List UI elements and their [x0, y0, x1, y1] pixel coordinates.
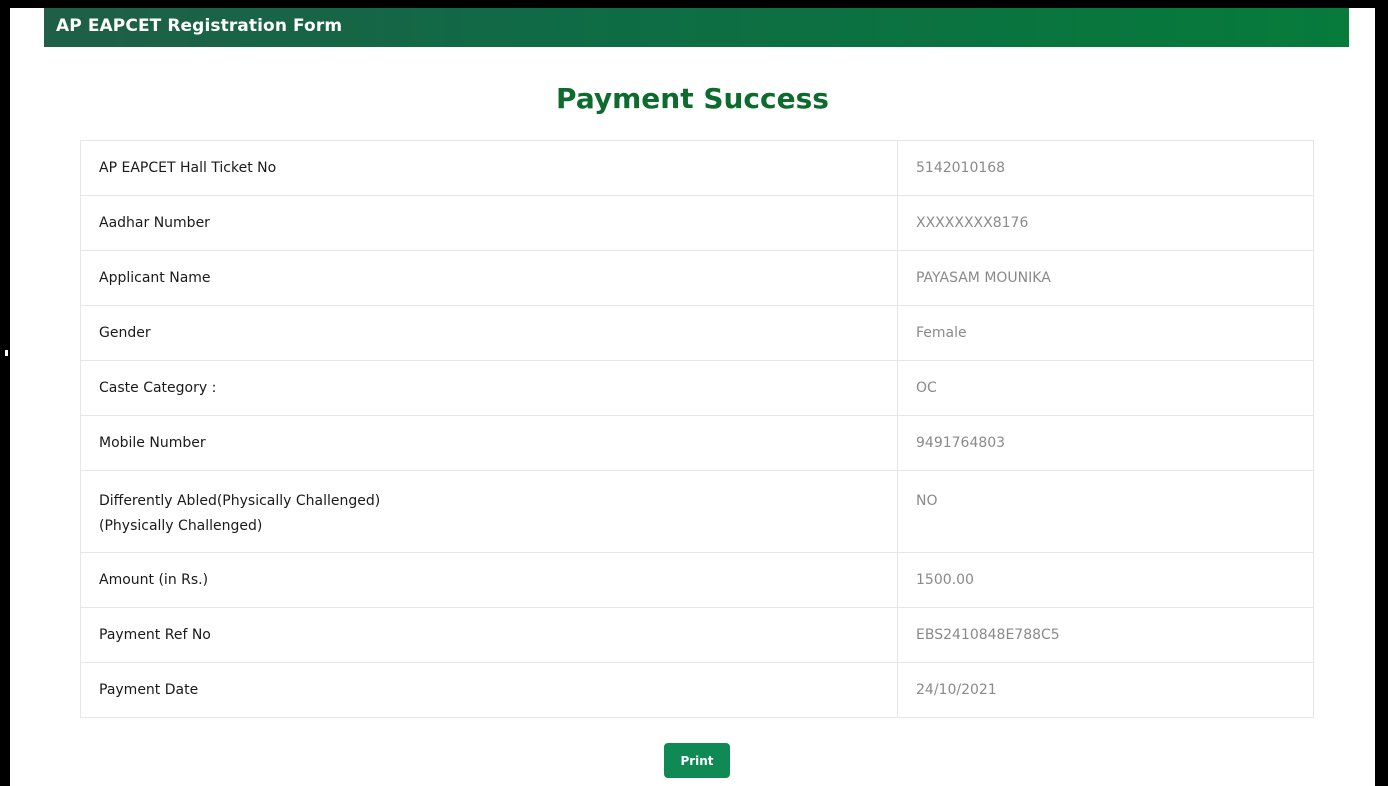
table-row: AP EAPCET Hall Ticket No 5142010168 [80, 140, 1314, 196]
gender-label: Gender [80, 305, 898, 361]
table-row: Aadhar Number XXXXXXXX8176 [80, 195, 1314, 251]
form-header-bar: AP EAPCET Registration Form [44, 8, 1349, 47]
print-button[interactable]: Print [664, 743, 730, 778]
window-edge-marker [5, 350, 8, 356]
browser-page: AP EAPCET Registration Form Payment Succ… [10, 8, 1375, 786]
differently-abled-label: Differently Abled(Physically Challenged)… [80, 470, 898, 553]
payment-date-label: Payment Date [80, 662, 898, 718]
amount-label: Amount (in Rs.) [80, 552, 898, 608]
payment-ref-label: Payment Ref No [80, 607, 898, 663]
caste-category-value: OC [897, 360, 1314, 416]
differently-abled-value: NO [897, 470, 1314, 553]
payment-ref-value: EBS2410848E788C5 [897, 607, 1314, 663]
differently-abled-label-line1: Differently Abled(Physically Challenged) [99, 493, 381, 509]
table-row: Applicant Name PAYASAM MOUNIKA [80, 250, 1314, 306]
hall-ticket-value: 5142010168 [897, 140, 1314, 196]
aadhar-label: Aadhar Number [80, 195, 898, 251]
screen: AP EAPCET Registration Form Payment Succ… [0, 0, 1388, 786]
differently-abled-label-line2: (Physically Challenged) [99, 518, 263, 534]
amount-value: 1500.00 [897, 552, 1314, 608]
aadhar-value: XXXXXXXX8176 [897, 195, 1314, 251]
table-row: Differently Abled(Physically Challenged)… [80, 470, 1314, 553]
payment-date-value: 24/10/2021 [897, 662, 1314, 718]
applicant-name-label: Applicant Name [80, 250, 898, 306]
page-title: Payment Success [556, 82, 829, 115]
hall-ticket-label: AP EAPCET Hall Ticket No [80, 140, 898, 196]
table-row: Gender Female [80, 305, 1314, 361]
caste-category-label: Caste Category : [80, 360, 898, 416]
applicant-name-value: PAYASAM MOUNIKA [897, 250, 1314, 306]
table-row: Mobile Number 9491764803 [80, 415, 1314, 471]
mobile-number-value: 9491764803 [897, 415, 1314, 471]
table-row: Amount (in Rs.) 1500.00 [80, 552, 1314, 608]
table-row: Caste Category : OC [80, 360, 1314, 416]
table-row: Payment Date 24/10/2021 [80, 662, 1314, 718]
mobile-number-label: Mobile Number [80, 415, 898, 471]
form-header-title: AP EAPCET Registration Form [56, 16, 343, 36]
gender-value: Female [897, 305, 1314, 361]
payment-details-table: AP EAPCET Hall Ticket No 5142010168 Aadh… [80, 140, 1314, 718]
table-row: Payment Ref No EBS2410848E788C5 [80, 607, 1314, 663]
